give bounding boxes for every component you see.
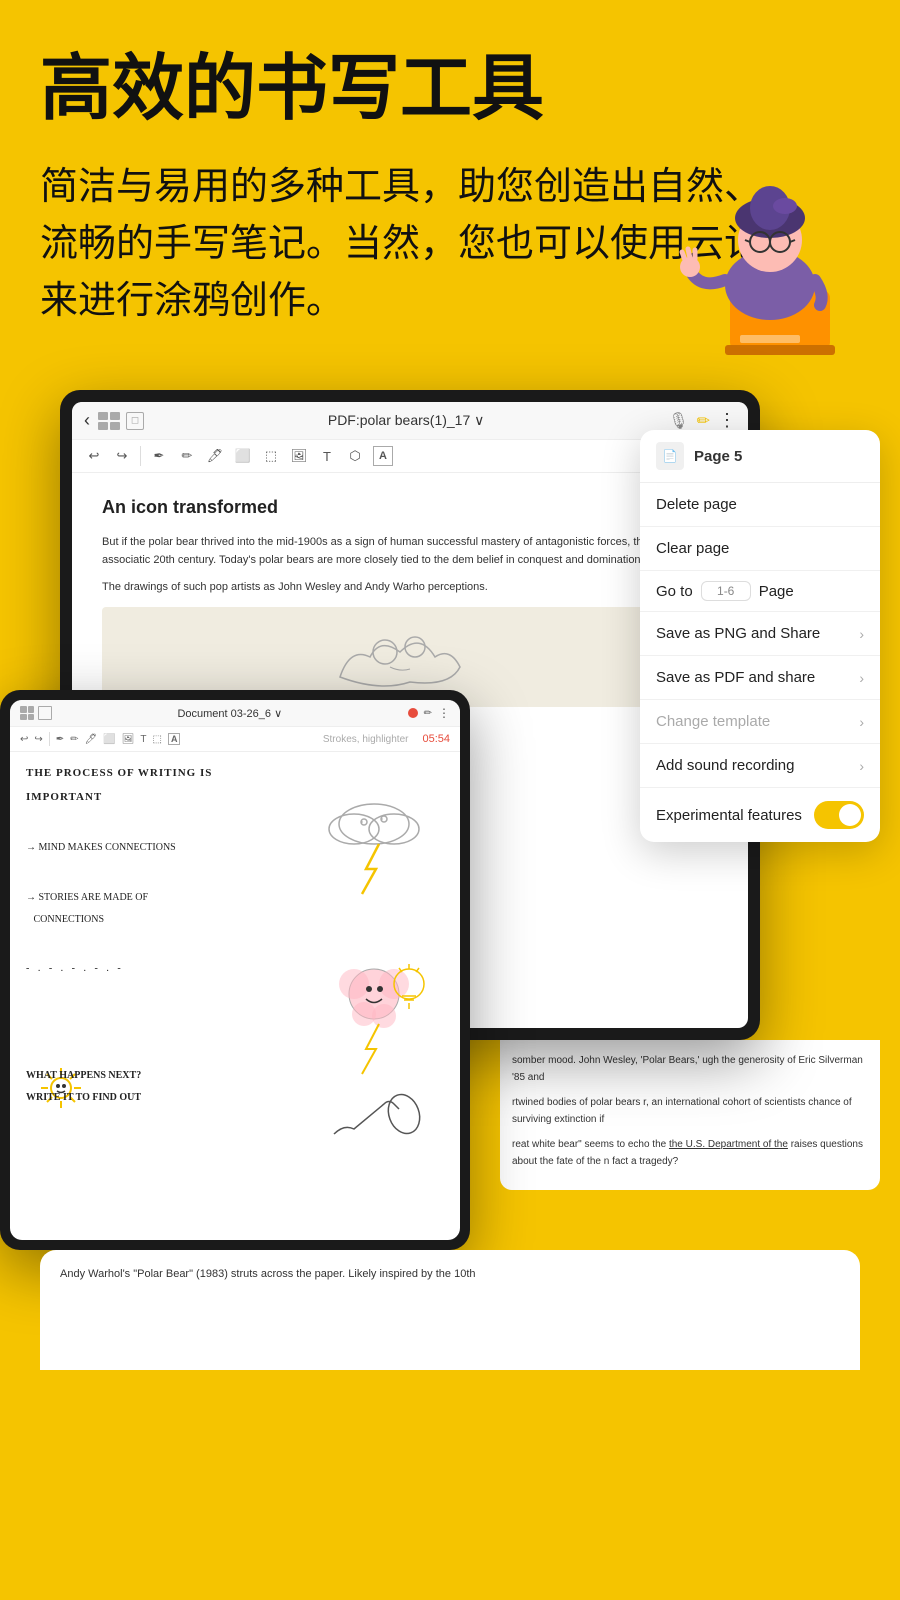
toolbar-divider-1 (140, 446, 141, 466)
goto-page-label: Page (759, 583, 794, 600)
save-pdf-item[interactable]: Save as PDF and share › (640, 656, 880, 700)
grid-icon-1 (98, 412, 120, 430)
change-template-item[interactable]: Change template › (640, 700, 880, 744)
experimental-features-item: Experimental features (640, 788, 880, 842)
small-pen-tool[interactable]: ✒ (56, 734, 64, 745)
small-pen-icon[interactable]: ✏ (424, 708, 432, 719)
text-box-icon[interactable]: T (317, 446, 337, 466)
save-pdf-arrow: › (859, 670, 864, 686)
dropdown-page-title: Page 5 (694, 448, 742, 465)
tablet-small: Document 03-26_6 ∨ ✏ ⋮ ↩ ↪ ✒ ✏ 🖊 ⬜ 🖼 T ⬚… (0, 690, 470, 1250)
redo-icon[interactable]: ↪ (112, 446, 132, 466)
article-heading: An icon transformed (102, 493, 718, 522)
small-divider (49, 732, 50, 746)
doc-right: somber mood. John Wesley, 'Polar Bears,'… (500, 1040, 880, 1190)
footer-text: Andy Warhol's "Polar Bear" (1983) struts… (60, 1266, 840, 1284)
small-tablet-topbar: Document 03-26_6 ∨ ✏ ⋮ (10, 700, 460, 727)
small-textbox-tool[interactable]: T (140, 734, 146, 745)
small-undo-icon[interactable]: ↩ (20, 734, 28, 745)
delete-page-item[interactable]: Delete page (640, 483, 880, 527)
hero-section: 高效的书写工具 简洁与易用的多种工具，助您创造出自然、流畅的手写笔记。当然，您也… (0, 0, 900, 350)
bottom-wrapper: Andy Warhol's "Polar Bear" (1983) struts… (0, 1250, 900, 1390)
handwriting-text: THE PROCESS OF WRITING IS IMPORTANT → MI… (26, 764, 304, 1077)
add-sound-label: Add sound recording (656, 757, 859, 774)
doc-text-3: reat white bear" seems to echo the the U… (512, 1136, 868, 1170)
pen-icon[interactable]: ✏ (697, 411, 710, 431)
mic-icon[interactable]: 🎙 (668, 411, 688, 431)
article-paragraph-1: But if the polar bear thrived into the m… (102, 534, 718, 569)
goto-label: Go to (656, 583, 693, 600)
doc-text-1: somber mood. John Wesley, 'Polar Bears,'… (512, 1052, 868, 1086)
article-paragraph-2: The drawings of such pop artists as John… (102, 579, 718, 597)
small-image-tool[interactable]: 🖼 (122, 734, 135, 745)
small-more-icon[interactable]: ⋮ (438, 706, 450, 720)
small-eraser-tool[interactable]: ⬜ (103, 734, 115, 745)
small-font-tool[interactable]: A (168, 733, 181, 745)
small-toolbar: ↩ ↪ ✒ ✏ 🖊 ⬜ 🖼 T ⬚ A Strokes, highlighter… (10, 727, 460, 752)
bottom-section: Andy Warhol's "Polar Bear" (1983) struts… (40, 1250, 860, 1370)
pencil-tool-icon[interactable]: ✏ (177, 446, 197, 466)
grid-icons: ◻ (98, 412, 144, 430)
add-sound-arrow: › (859, 758, 864, 774)
character-illustration (670, 160, 870, 380)
goto-item: Go to Page (640, 571, 880, 612)
dept-link[interactable]: the U.S. Department of the (669, 1139, 788, 1150)
small-tb-icons (20, 706, 52, 720)
hero-title: 高效的书写工具 (40, 50, 860, 129)
dropdown-menu: 📄 Page 5 Delete page Clear page Go to Pa… (640, 430, 880, 842)
add-sound-item[interactable]: Add sound recording › (640, 744, 880, 788)
clear-page-label: Clear page (656, 540, 864, 557)
dropdown-header: 📄 Page 5 (640, 430, 880, 483)
save-png-item[interactable]: Save as PNG and Share › (640, 612, 880, 656)
bookmark-icon: ◻ (126, 412, 144, 430)
font-icon[interactable]: A (373, 446, 393, 466)
experimental-label: Experimental features (656, 807, 814, 824)
undo-icon[interactable]: ↩ (84, 446, 104, 466)
small-marker-tool[interactable]: 🖊 (85, 734, 98, 745)
save-pdf-label: Save as PDF and share (656, 669, 859, 686)
small-tablet-title: Document 03-26_6 ∨ (58, 707, 402, 720)
experimental-toggle[interactable] (814, 801, 864, 829)
doc-text-2: rtwined bodies of polar bears r, an inte… (512, 1094, 868, 1128)
tablets-section: ‹ ◻ PDF:polar bears(1)_17 ∨ 🎙 ✏ ⋮ ↩ ↪ (0, 350, 900, 1250)
back-button[interactable]: ‹ (84, 410, 90, 431)
strokes-label: Strokes, highlighter (323, 734, 409, 745)
save-png-arrow: › (859, 626, 864, 642)
lasso-icon[interactable]: ⬡ (345, 446, 365, 466)
small-pencil-tool[interactable]: ✏ (70, 734, 78, 745)
tablet-main-title: PDF:polar bears(1)_17 ∨ (152, 412, 660, 429)
doodle-area (304, 764, 444, 1200)
small-select-tool[interactable]: ⬚ (153, 734, 162, 745)
pen-tool-icon[interactable]: ✒ (149, 446, 169, 466)
change-template-arrow: › (859, 714, 864, 730)
delete-page-label: Delete page (656, 496, 864, 513)
goto-input[interactable] (701, 581, 751, 601)
image-tool-icon[interactable]: 🖼 (289, 446, 309, 466)
small-redo-icon[interactable]: ↪ (34, 734, 42, 745)
recording-dot (408, 708, 418, 718)
small-grid-icon (20, 706, 34, 720)
more-options-icon[interactable]: ⋮ (718, 410, 736, 431)
small-bookmark-icon (38, 706, 52, 720)
eraser-tool-icon[interactable]: ⬜ (233, 446, 253, 466)
small-tablet-content: THE PROCESS OF WRITING IS IMPORTANT → MI… (10, 752, 460, 1212)
select-tool-icon[interactable]: ⬚ (261, 446, 281, 466)
marker-tool-icon[interactable]: 🖊 (205, 446, 225, 466)
page-icon: 📄 (656, 442, 684, 470)
save-png-label: Save as PNG and Share (656, 625, 859, 642)
clear-page-item[interactable]: Clear page (640, 527, 880, 571)
timer: 05:54 (422, 733, 450, 745)
change-template-label: Change template (656, 713, 859, 730)
